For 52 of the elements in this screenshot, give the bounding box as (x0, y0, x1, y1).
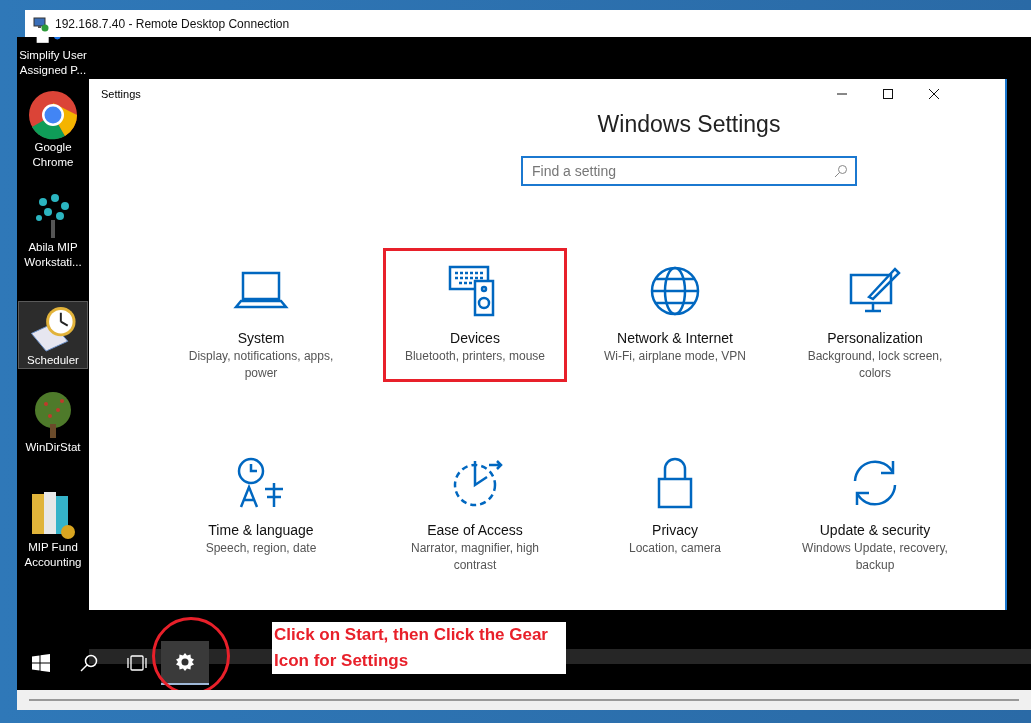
shortcut-label: WinDirStat (25, 440, 81, 455)
settings-category[interactable]: System Display, notifications, apps, power (169, 248, 353, 382)
category-title: Network & Internet (617, 329, 733, 347)
window-title: Settings (101, 88, 141, 100)
category-description: Wi-Fi, airplane mode, VPN (603, 348, 746, 365)
search-icon (834, 164, 848, 178)
desktop-shortcut[interactable]: Google Chrome (18, 87, 88, 187)
category-title: Privacy (652, 521, 698, 539)
category-title: Ease of Access (427, 521, 523, 539)
category-title: Update & security (819, 521, 931, 539)
category-description: Bluetooth, printers, mouse (404, 348, 546, 365)
category-description: Speech, region, date (205, 540, 317, 557)
category-title: Personalization (827, 329, 923, 347)
search-field[interactable]: Find a setting (521, 156, 857, 186)
maximize-icon (882, 88, 894, 100)
windows-logo-icon (32, 654, 50, 672)
search-icon (80, 654, 98, 672)
category-description: Windows Update, recovery, backup (801, 540, 949, 574)
category-title: Devices (450, 329, 500, 347)
category-description: Display, notifications, apps, power (187, 348, 335, 382)
shortcut-label: MIP Fund Accounting (23, 540, 83, 570)
desktop-shortcut[interactable]: Abila MIP Workstati... (18, 187, 88, 287)
desktop-shortcut[interactable]: Scheduler (18, 301, 88, 369)
category-title: System (237, 329, 285, 347)
close-icon (928, 88, 940, 100)
annotation-callout: Click on Start, then Click the Gear Icon for Settings (272, 622, 566, 674)
desktop-shortcut[interactable]: WinDirStat (18, 387, 88, 487)
settings-button[interactable] (161, 641, 209, 685)
settings-category[interactable]: Devices Bluetooth, printers, mouse (383, 248, 567, 382)
category-title: Time & language (208, 521, 314, 539)
settings-category[interactable]: Time & language Speech, region, date (169, 440, 353, 574)
task-view-icon (126, 654, 148, 672)
shortcut-label: Google Chrome (31, 140, 75, 170)
settings-category[interactable]: Personalization Background, lock screen, colors (783, 248, 967, 382)
settings-category[interactable]: Privacy Location, camera (583, 440, 767, 574)
chrome-icon (28, 90, 78, 140)
settings-category[interactable]: Ease of Access Narrator, magnifier, high contrast (383, 440, 567, 574)
calendar-clock-icon (28, 304, 78, 353)
settings-category[interactable]: Update & security Windows Update, recovery, backup (783, 440, 967, 574)
desktop-shortcut[interactable]: Simplify User Assigned P... (18, 37, 88, 87)
category-description: Background, lock screen, colors (806, 348, 944, 382)
shortcut-label: Abila MIP Workstati... (23, 240, 83, 270)
shortcut-label: Simplify User Assigned P... (19, 48, 87, 78)
category-description: Location, camera (628, 540, 722, 557)
settings-category[interactable]: Network & Internet Wi-Fi, airplane mode, VPN (583, 248, 767, 382)
monitor-icon (33, 15, 49, 32)
settings-icon (175, 652, 195, 672)
shortcut-label: Scheduler (27, 353, 79, 368)
page-heading: Windows Settings (596, 111, 782, 138)
desktop-shortcut[interactable]: MIP Fund Accounting (18, 487, 88, 587)
window-title: 192.168.7.40 - Remote Desktop Connection (55, 16, 290, 31)
category-description: Narrator, magnifier, high contrast (409, 540, 541, 574)
